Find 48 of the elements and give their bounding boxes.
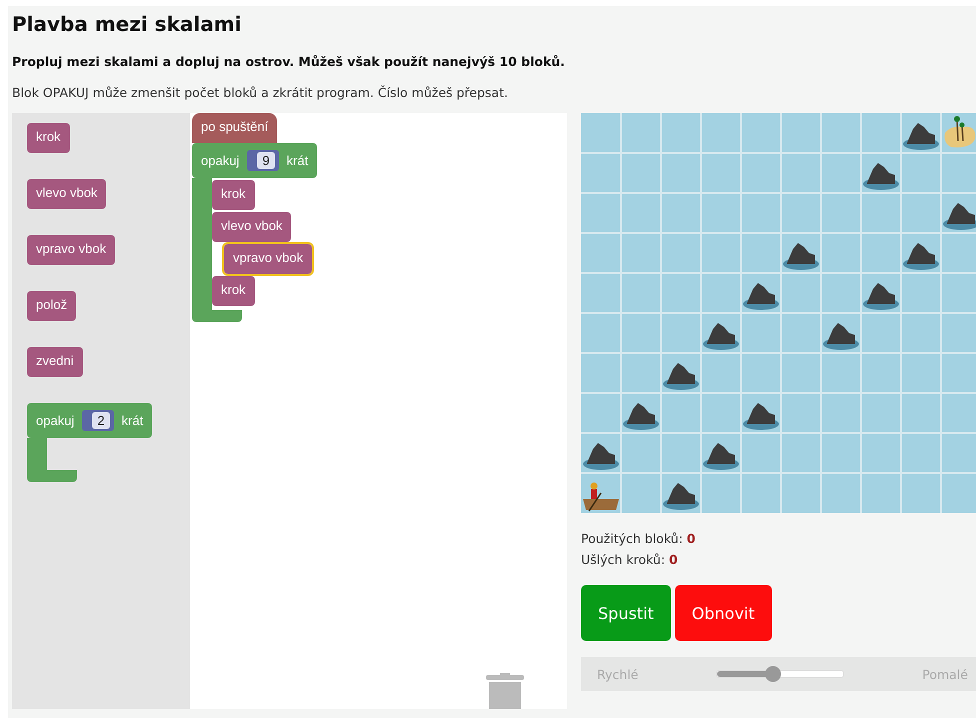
- rock-icon: [823, 323, 859, 350]
- rock-icon: [863, 163, 899, 190]
- rock-icon: [743, 283, 779, 310]
- repeat-block[interactable]: opakuj 2 krát: [27, 403, 152, 438]
- rock-icon: [743, 403, 779, 430]
- rock-icon: [663, 483, 699, 510]
- rock-icon: [903, 123, 939, 150]
- rock-icon: [863, 283, 899, 310]
- rock-icon: [703, 443, 739, 470]
- rock-icon: [623, 403, 659, 430]
- fast-label: Rychlé: [597, 666, 638, 682]
- command-block[interactable]: vpravo vbok: [27, 235, 116, 265]
- block-label: opakuj: [201, 153, 240, 168]
- page-title: Plavba mezi skalami: [12, 12, 242, 36]
- rock-icon: [783, 243, 819, 270]
- run-button[interactable]: Spustit: [581, 585, 671, 641]
- command-block[interactable]: krok: [27, 123, 70, 153]
- command-block[interactable]: vlevo vbok: [212, 212, 292, 242]
- command-block[interactable]: krok: [212, 180, 255, 210]
- boat-icon: [583, 482, 619, 512]
- slider-thumb[interactable]: [764, 666, 781, 682]
- rock-icon: [663, 363, 699, 390]
- block-label: opakuj: [36, 413, 74, 428]
- block-foot: [27, 470, 77, 482]
- stat-text: Ušlých kroků: 0: [581, 552, 679, 567]
- number-input[interactable]: 2: [82, 410, 114, 431]
- block-foot: [192, 310, 242, 322]
- rock-icon: [703, 323, 739, 350]
- start-block[interactable]: po spuštění: [192, 113, 278, 143]
- command-block[interactable]: krok: [212, 276, 255, 306]
- task-text: Propluj mezi skalami a dopluj na ostrov. Můžeš však použít nanejvýš 10 bloků.: [12, 54, 566, 69]
- block-label: krát: [122, 413, 144, 428]
- rock-icon: [583, 443, 619, 470]
- block-label: krát: [286, 153, 308, 168]
- command-block[interactable]: vlevo vbok: [27, 179, 106, 209]
- command-block[interactable]: vpravo vbok: [224, 244, 312, 274]
- hint-text: Blok OPAKUJ může zmenšit počet bloků a zkrátit program. Číslo můžeš přepsat.: [12, 85, 509, 100]
- reset-button[interactable]: Obnovit: [674, 585, 772, 641]
- command-block[interactable]: polož: [27, 291, 76, 321]
- rock-icon: [943, 203, 976, 230]
- repeat-block[interactable]: opakuj 9 krát: [192, 143, 318, 178]
- number-input[interactable]: 9: [247, 150, 279, 171]
- slow-label: Pomalé: [922, 666, 968, 682]
- trash-icon[interactable]: [484, 673, 526, 709]
- rock-icon: [903, 243, 939, 270]
- island-icon: [944, 116, 976, 148]
- command-block[interactable]: zvedni: [27, 347, 83, 377]
- stat-text: Použitých bloků: 0: [581, 531, 696, 546]
